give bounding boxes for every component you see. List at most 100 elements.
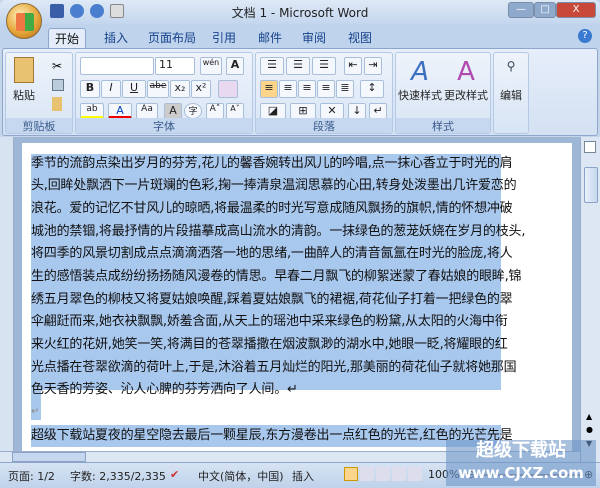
minimize-button[interactable]: — — [508, 2, 534, 18]
quick-styles-button[interactable]: A 快速样式 — [398, 57, 442, 103]
maximize-button[interactable]: □ — [534, 2, 556, 18]
watermark-line1: 超级下载站 — [476, 440, 566, 461]
quick-styles-icon: A — [411, 57, 429, 87]
office-logo-icon — [16, 13, 34, 31]
ruler-toggle-icon[interactable] — [584, 141, 596, 153]
close-button[interactable]: X — [556, 2, 596, 18]
text-line: 头,回眸处飘洒下一片斑斓的色彩,掬一捧清泉温润思慕的心田,转身处泼墨出几许爱恋的 — [31, 178, 517, 193]
tab-mailings[interactable]: 邮件 — [254, 28, 286, 48]
subscript-button[interactable]: x₂ — [170, 80, 190, 98]
paste-button[interactable]: 粘贴 — [10, 57, 38, 117]
grow-font-button[interactable]: A˄ — [206, 103, 224, 119]
change-styles-button[interactable]: A 更改样式 — [444, 57, 488, 103]
strikethrough-button[interactable]: abe — [147, 80, 169, 98]
paste-label: 粘贴 — [13, 89, 35, 102]
font-group-label: 字体 — [76, 118, 252, 133]
language[interactable]: 中文(简体，中国) — [198, 468, 284, 484]
text-line: 超级下载站夏夜的星空隐去最后一颗星辰,东方漫卷出一点红色的光芒,红色的光芒先是 — [31, 428, 513, 443]
quick-styles-label: 快速样式 — [398, 89, 442, 102]
binoculars-icon: ⚲ — [506, 59, 516, 73]
text-line: 伞翩跹而来,她衣袂飘飘,娇羞含面,从天上的瑶池中采来绿色的粉黛,从太阳的火海中衔 — [31, 314, 508, 329]
editing-group: ⚲ 编辑 — [493, 52, 529, 134]
editing-button[interactable]: ⚲ 编辑 — [496, 59, 526, 103]
decrease-indent-button[interactable]: ⇤ — [344, 57, 362, 75]
underline-button[interactable]: U — [122, 80, 146, 98]
distributed-button[interactable]: ≣ — [336, 80, 354, 98]
view-web-icon[interactable] — [376, 467, 390, 481]
view-print-layout-icon[interactable] — [344, 467, 358, 481]
format-painter-icon[interactable] — [52, 97, 62, 111]
borders-button[interactable]: ⊞ — [290, 103, 316, 119]
clipboard-group: 粘贴 ✂ 剪贴板 — [5, 52, 73, 134]
office-button[interactable] — [6, 3, 42, 39]
browse-object-icon[interactable]: ● — [586, 425, 593, 434]
font-group: 11 wén A B I U abe x₂ x² ab A Aa A 字 A˄ … — [75, 52, 253, 134]
change-case-button[interactable]: Aa — [136, 103, 158, 119]
text-line: 城池的禁锢,将最抒情的片段描摹成高山流水的清韵。一抹绿色的葱茏妖娆在岁月的枝头, — [31, 224, 526, 239]
view-outline-icon[interactable] — [392, 467, 406, 481]
copy-icon[interactable] — [52, 79, 64, 91]
char-border-button[interactable]: A — [226, 57, 244, 75]
font-size-select[interactable]: 11 — [155, 57, 195, 75]
text-line: 生的感悟装点成纷纷扬扬随风漫卷的情思。早春二月飘飞的柳絮迷蒙了春姑娘的眼眸,锦 — [31, 269, 522, 284]
superscript-button[interactable]: x² — [191, 80, 211, 98]
insert-mode[interactable]: 插入 — [292, 468, 314, 484]
horizontal-scroll-thumb[interactable] — [12, 452, 86, 462]
font-color-button[interactable]: A — [108, 103, 132, 119]
page-count[interactable]: 页面: 1/2 — [8, 468, 55, 484]
char-shading-button[interactable]: A — [164, 103, 182, 119]
shading-button[interactable]: ◪ — [260, 103, 286, 119]
view-draft-icon[interactable] — [408, 467, 422, 481]
phonetic-guide-button[interactable]: wén — [200, 57, 222, 75]
align-center-button[interactable]: ≡ — [279, 80, 297, 98]
italic-button[interactable]: I — [101, 80, 121, 98]
highlight-button[interactable]: ab — [80, 103, 104, 119]
watermark-logo: 超级下载站 www.CJXZ.com — [446, 440, 596, 486]
styles-group: A 快速样式 A 更改样式 样式 — [395, 52, 491, 134]
vertical-scrollbar[interactable]: ▲ ● ▼ — [580, 137, 600, 462]
increase-indent-button[interactable]: ⇥ — [364, 57, 382, 75]
paragraph-group-label: 段落 — [256, 118, 392, 133]
clear-format-icon[interactable] — [218, 80, 238, 98]
text-line: 季节的流韵点染出岁月的芬芳,花儿的馨香婉转出风儿的吟唱,点一抹心香立于时光的肩 — [31, 156, 513, 171]
sort-button[interactable]: ↓ — [348, 103, 366, 119]
styles-group-label: 样式 — [396, 118, 490, 133]
text-line: ↵ — [31, 406, 40, 417]
scroll-thumb[interactable] — [584, 167, 598, 203]
ribbon-tabs: 开始 插入 页面布局 引用 邮件 审阅 视图 ? — [0, 24, 600, 48]
text-line: 将四季的风景切割成点点滴滴洒落一地的思绪,一曲醉人的清音氤氲在时光的脸庞,将人 — [31, 246, 513, 261]
tab-page-layout[interactable]: 页面布局 — [144, 28, 200, 48]
chinese-layout-button[interactable]: ✕ — [320, 103, 344, 119]
paragraph-group: ☰ ☰ ☰ ⇤ ⇥ ≡ ≡ ≡ ≡ ≣ ↕ ◪ ⊞ ✕ ↓ ↵ 段落 — [255, 52, 393, 134]
line-spacing-button[interactable]: ↕ — [360, 80, 384, 98]
multilevel-list-button[interactable]: ☰ — [312, 57, 336, 75]
enclose-char-button[interactable]: 字 — [184, 103, 202, 119]
tab-home[interactable]: 开始 — [48, 28, 86, 48]
text-line: 浪花。爱的记忆不甘风儿的晾晒,将最温柔的时光写意成随风飘扬的旗帜,情的怀想冲破 — [31, 201, 513, 216]
text-line: 色天香的芳姿、沁人心脾的芬芳洒向了人间。↵ — [31, 382, 298, 397]
cut-icon[interactable]: ✂ — [52, 59, 62, 73]
font-name-select[interactable] — [80, 57, 154, 75]
bullets-button[interactable]: ☰ — [260, 57, 284, 75]
proofing-icon[interactable]: ✔ — [170, 468, 179, 481]
text-line: 绣五月翠色的柳枝又将夏姑娘唤醒,踩着夏姑娘飘飞的裙裾,荷花仙子打着一把绿色的翠 — [31, 292, 513, 307]
align-left-button[interactable]: ≡ — [260, 80, 278, 98]
word-count[interactable]: 字数: 2,335/2,335 — [70, 468, 166, 484]
numbering-button[interactable]: ☰ — [286, 57, 310, 75]
view-fullscreen-icon[interactable] — [360, 467, 374, 481]
show-marks-button[interactable]: ↵ — [369, 103, 387, 119]
prev-page-icon[interactable]: ▲ — [586, 412, 592, 421]
align-right-button[interactable]: ≡ — [298, 80, 316, 98]
bold-button[interactable]: B — [80, 80, 100, 98]
change-styles-label: 更改样式 — [444, 89, 488, 102]
tab-view[interactable]: 视图 — [344, 28, 376, 48]
justify-button[interactable]: ≡ — [317, 80, 335, 98]
text-line: 来火红的花妍,她笑一笑,将满目的苍翠播撒在烟波飘渺的湖水中,她眼一眨,将耀眼的红 — [31, 337, 508, 352]
ribbon: 粘贴 ✂ 剪贴板 11 wén A B I U abe x₂ x² ab A A… — [2, 48, 598, 136]
watermark-line2: www.CJXZ.com — [458, 464, 584, 482]
tab-references[interactable]: 引用 — [208, 28, 240, 48]
shrink-font-button[interactable]: A˅ — [226, 103, 244, 119]
help-icon[interactable]: ? — [578, 29, 592, 43]
tab-review[interactable]: 审阅 — [298, 28, 330, 48]
tab-insert[interactable]: 插入 — [100, 28, 132, 48]
